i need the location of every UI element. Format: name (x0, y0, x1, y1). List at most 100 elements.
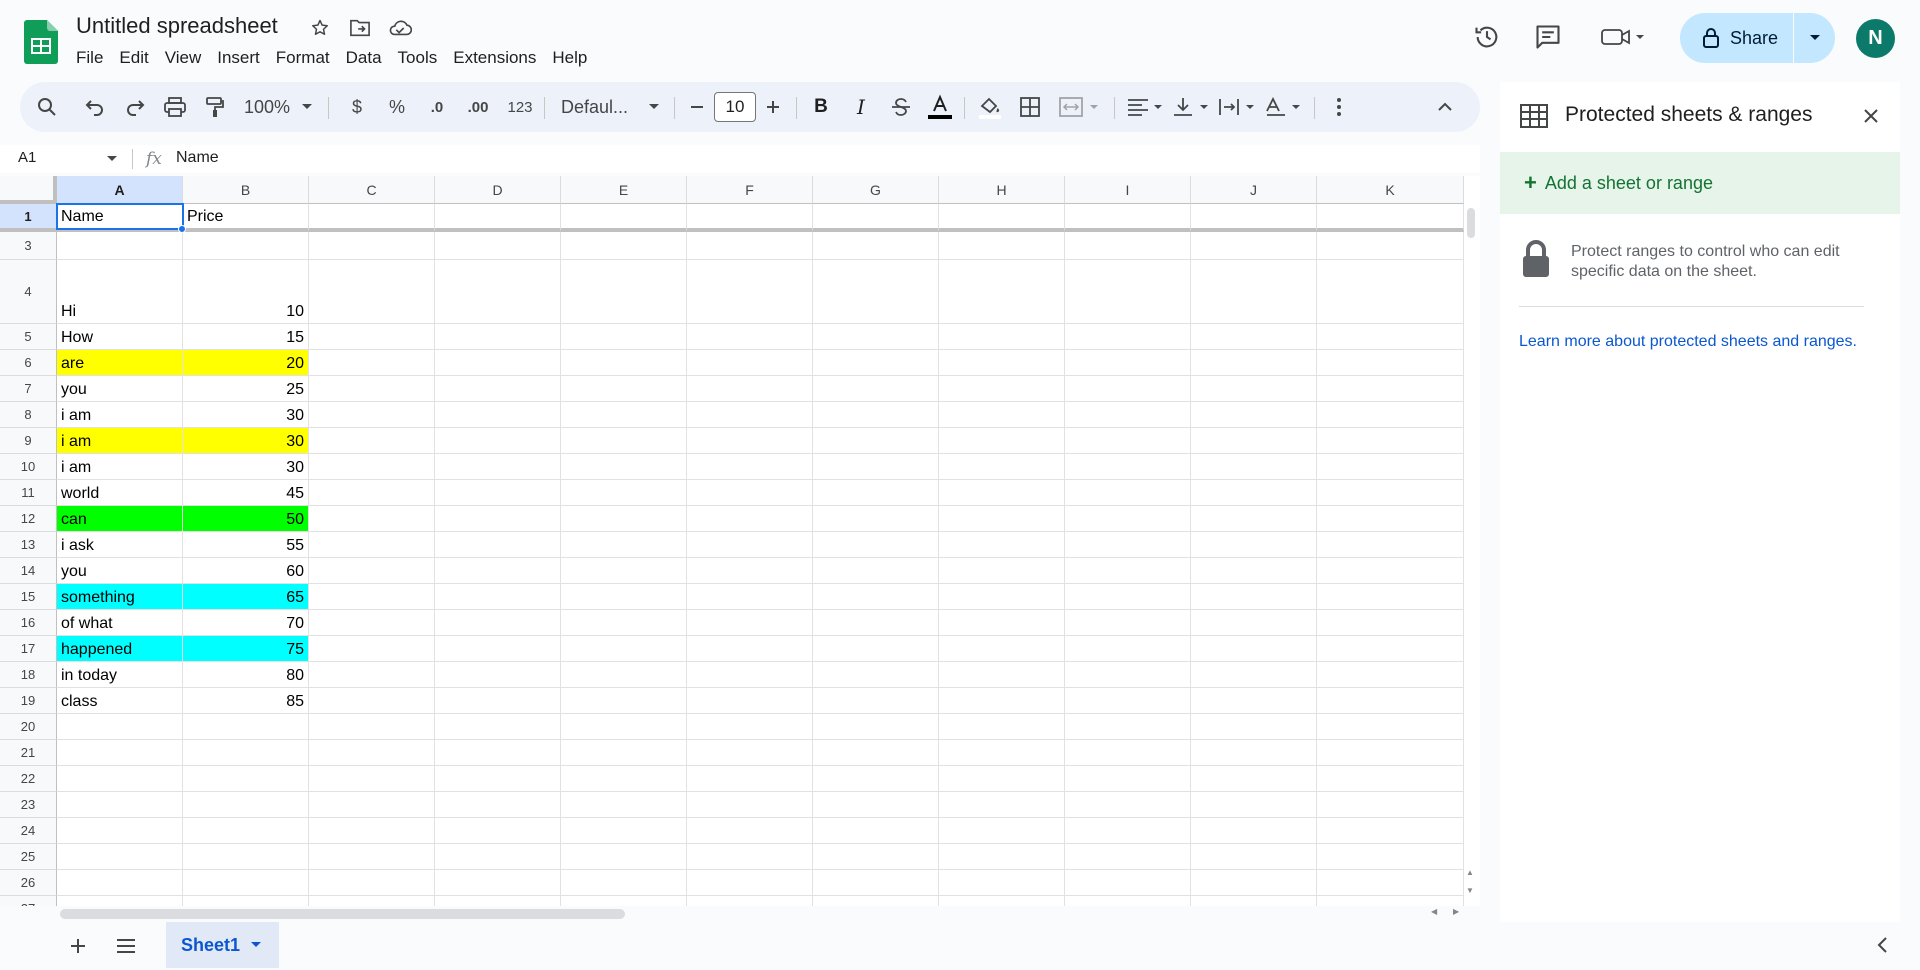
cell-h3[interactable] (939, 232, 1065, 260)
row-header-25[interactable]: 25 (0, 844, 57, 870)
cell-g27[interactable] (813, 896, 939, 906)
document-title[interactable]: Untitled spreadsheet (76, 13, 278, 39)
cell-k13[interactable] (1317, 532, 1464, 558)
star-icon[interactable] (308, 16, 332, 40)
cell-h27[interactable] (939, 896, 1065, 906)
expand-side-panel-icon[interactable] (1876, 936, 1888, 954)
cell-j3[interactable] (1191, 232, 1317, 260)
version-history-icon[interactable] (1470, 20, 1504, 54)
cell-b4[interactable]: 10 (183, 260, 309, 324)
row-header-19[interactable]: 19 (0, 688, 57, 714)
cell-h4[interactable] (939, 260, 1065, 324)
cell-b6[interactable]: 20 (183, 350, 309, 376)
cell-i1[interactable] (1065, 204, 1191, 232)
cell-k15[interactable] (1317, 584, 1464, 610)
cell-c7[interactable] (309, 376, 435, 402)
text-color-icon[interactable] (924, 82, 956, 132)
cell-c8[interactable] (309, 402, 435, 428)
cell-e26[interactable] (561, 870, 687, 896)
cell-d16[interactable] (435, 610, 561, 636)
cell-f10[interactable] (687, 454, 813, 480)
row-header-22[interactable]: 22 (0, 766, 57, 792)
cell-e20[interactable] (561, 714, 687, 740)
cell-e12[interactable] (561, 506, 687, 532)
row-header-9[interactable]: 9 (0, 428, 57, 454)
italic-button[interactable]: I (846, 82, 876, 132)
cell-d27[interactable] (435, 896, 561, 906)
vertical-align-icon[interactable] (1170, 82, 1214, 132)
cell-j26[interactable] (1191, 870, 1317, 896)
cell-e6[interactable] (561, 350, 687, 376)
cell-a23[interactable] (57, 792, 183, 818)
cell-b5[interactable]: 15 (183, 324, 309, 350)
cell-e4[interactable] (561, 260, 687, 324)
cell-k10[interactable] (1317, 454, 1464, 480)
cell-j21[interactable] (1191, 740, 1317, 766)
cell-k1[interactable] (1317, 204, 1464, 232)
cell-a6[interactable]: are (57, 350, 183, 376)
decrease-font-size-icon[interactable] (684, 82, 710, 132)
zoom-dropdown-icon[interactable] (297, 82, 317, 132)
cell-i15[interactable] (1065, 584, 1191, 610)
cell-c15[interactable] (309, 584, 435, 610)
bold-button[interactable]: B (806, 82, 836, 132)
cell-e14[interactable] (561, 558, 687, 584)
cloud-saved-icon[interactable] (388, 16, 412, 40)
cell-k21[interactable] (1317, 740, 1464, 766)
cell-j6[interactable] (1191, 350, 1317, 376)
cell-f9[interactable] (687, 428, 813, 454)
cell-h6[interactable] (939, 350, 1065, 376)
cell-e1[interactable] (561, 204, 687, 232)
row-header-20[interactable]: 20 (0, 714, 57, 740)
cell-b24[interactable] (183, 818, 309, 844)
cell-i11[interactable] (1065, 480, 1191, 506)
borders-icon[interactable] (1014, 82, 1046, 132)
cell-c4[interactable] (309, 260, 435, 324)
cell-f27[interactable] (687, 896, 813, 906)
cell-e25[interactable] (561, 844, 687, 870)
cell-a13[interactable]: i ask (57, 532, 183, 558)
row-header-27[interactable]: 27 (0, 896, 57, 906)
row-header-24[interactable]: 24 (0, 818, 57, 844)
cell-d10[interactable] (435, 454, 561, 480)
column-header-d[interactable]: D (435, 176, 561, 204)
cell-b1[interactable]: Price (183, 204, 309, 232)
collapse-menus-icon[interactable] (1430, 82, 1460, 132)
cell-h21[interactable] (939, 740, 1065, 766)
cell-c21[interactable] (309, 740, 435, 766)
add-sheet-or-range-button[interactable]: + Add a sheet or range (1500, 152, 1900, 214)
cell-g11[interactable] (813, 480, 939, 506)
cell-i21[interactable] (1065, 740, 1191, 766)
cell-g8[interactable] (813, 402, 939, 428)
cell-j13[interactable] (1191, 532, 1317, 558)
cell-k6[interactable] (1317, 350, 1464, 376)
cell-i23[interactable] (1065, 792, 1191, 818)
cell-a8[interactable]: i am (57, 402, 183, 428)
cell-j8[interactable] (1191, 402, 1317, 428)
cell-i18[interactable] (1065, 662, 1191, 688)
share-button[interactable]: Share (1680, 13, 1793, 63)
cell-h22[interactable] (939, 766, 1065, 792)
column-header-b[interactable]: B (183, 176, 309, 204)
column-header-j[interactable]: J (1191, 176, 1317, 204)
cell-d23[interactable] (435, 792, 561, 818)
row-header-5[interactable]: 5 (0, 324, 57, 350)
cell-c5[interactable] (309, 324, 435, 350)
scroll-up-icon[interactable]: ▲ (1466, 868, 1474, 877)
cell-c24[interactable] (309, 818, 435, 844)
cell-h17[interactable] (939, 636, 1065, 662)
cell-h8[interactable] (939, 402, 1065, 428)
cell-h16[interactable] (939, 610, 1065, 636)
row-header-26[interactable]: 26 (0, 870, 57, 896)
cell-g17[interactable] (813, 636, 939, 662)
cell-g4[interactable] (813, 260, 939, 324)
cell-k7[interactable] (1317, 376, 1464, 402)
name-box[interactable]: A1 (18, 149, 36, 166)
column-header-f[interactable]: F (687, 176, 813, 204)
cell-d17[interactable] (435, 636, 561, 662)
cell-i22[interactable] (1065, 766, 1191, 792)
row-header-13[interactable]: 13 (0, 532, 57, 558)
cell-c11[interactable] (309, 480, 435, 506)
cell-f26[interactable] (687, 870, 813, 896)
cell-g22[interactable] (813, 766, 939, 792)
